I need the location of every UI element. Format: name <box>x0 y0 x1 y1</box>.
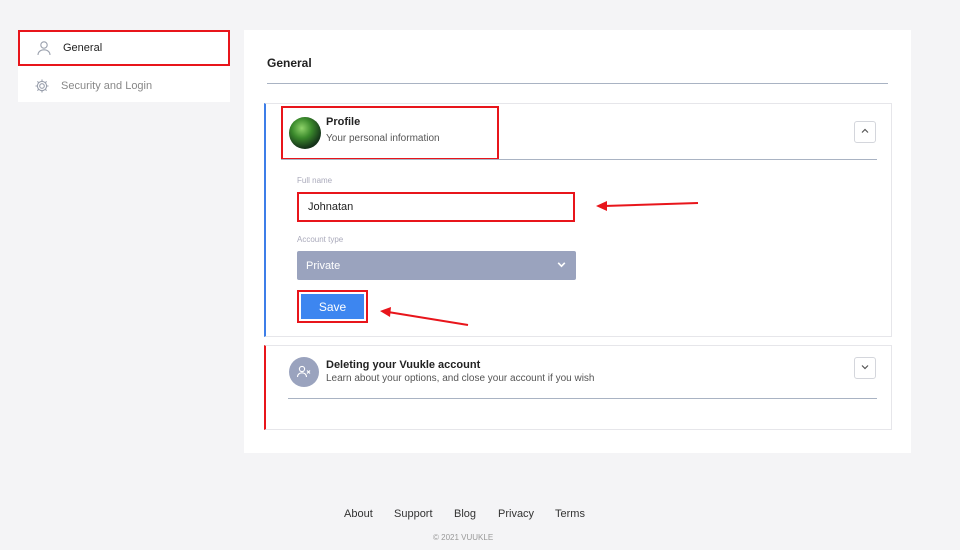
delete-account-subtitle: Learn about your options, and close your… <box>326 373 595 384</box>
account-type-label: Account type <box>297 235 344 244</box>
remove-user-icon <box>289 357 319 387</box>
footer-link-terms[interactable]: Terms <box>555 508 585 520</box>
profile-subtitle: Your personal information <box>326 133 440 144</box>
chevron-down-icon <box>556 259 567 273</box>
expand-button[interactable] <box>854 357 876 379</box>
account-type-select[interactable]: Private <box>297 251 576 280</box>
sidebar-item-label: Security and Login <box>61 80 153 92</box>
save-button[interactable]: Save <box>301 294 364 319</box>
chevron-up-icon <box>860 123 870 141</box>
divider <box>281 159 877 160</box>
collapse-button[interactable] <box>854 121 876 143</box>
footer-links: About Support Blog Privacy Terms <box>0 508 960 524</box>
delete-account-title: Deleting your Vuukle account <box>326 359 481 371</box>
sidebar-item-general[interactable]: General <box>18 30 230 66</box>
user-icon <box>35 39 53 57</box>
delete-account-panel: Deleting your Vuukle account Learn about… <box>264 345 892 430</box>
page-title: General <box>267 56 312 70</box>
gear-icon <box>33 77 51 95</box>
footer-link-blog[interactable]: Blog <box>454 508 476 520</box>
footer-link-privacy[interactable]: Privacy <box>498 508 534 520</box>
divider <box>288 398 877 399</box>
profile-title: Profile <box>326 116 361 128</box>
full-name-input[interactable] <box>297 192 575 222</box>
footer-link-about[interactable]: About <box>344 508 373 520</box>
settings-card: General Profile Your personal informatio… <box>244 30 911 453</box>
avatar <box>289 117 321 149</box>
sidebar-item-label: General <box>63 42 103 54</box>
sidebar-item-security[interactable]: Security and Login <box>18 68 230 104</box>
sidebar: General Security and Login <box>18 30 230 102</box>
copyright: © 2021 VUUKLE <box>433 533 494 542</box>
divider <box>267 83 888 84</box>
footer-link-support[interactable]: Support <box>394 508 433 520</box>
full-name-label: Full name <box>297 176 333 185</box>
chevron-down-icon <box>860 359 870 377</box>
save-button-highlight: Save <box>297 290 368 323</box>
profile-panel: Profile Your personal information Full n… <box>264 103 892 337</box>
account-type-value: Private <box>306 259 341 272</box>
